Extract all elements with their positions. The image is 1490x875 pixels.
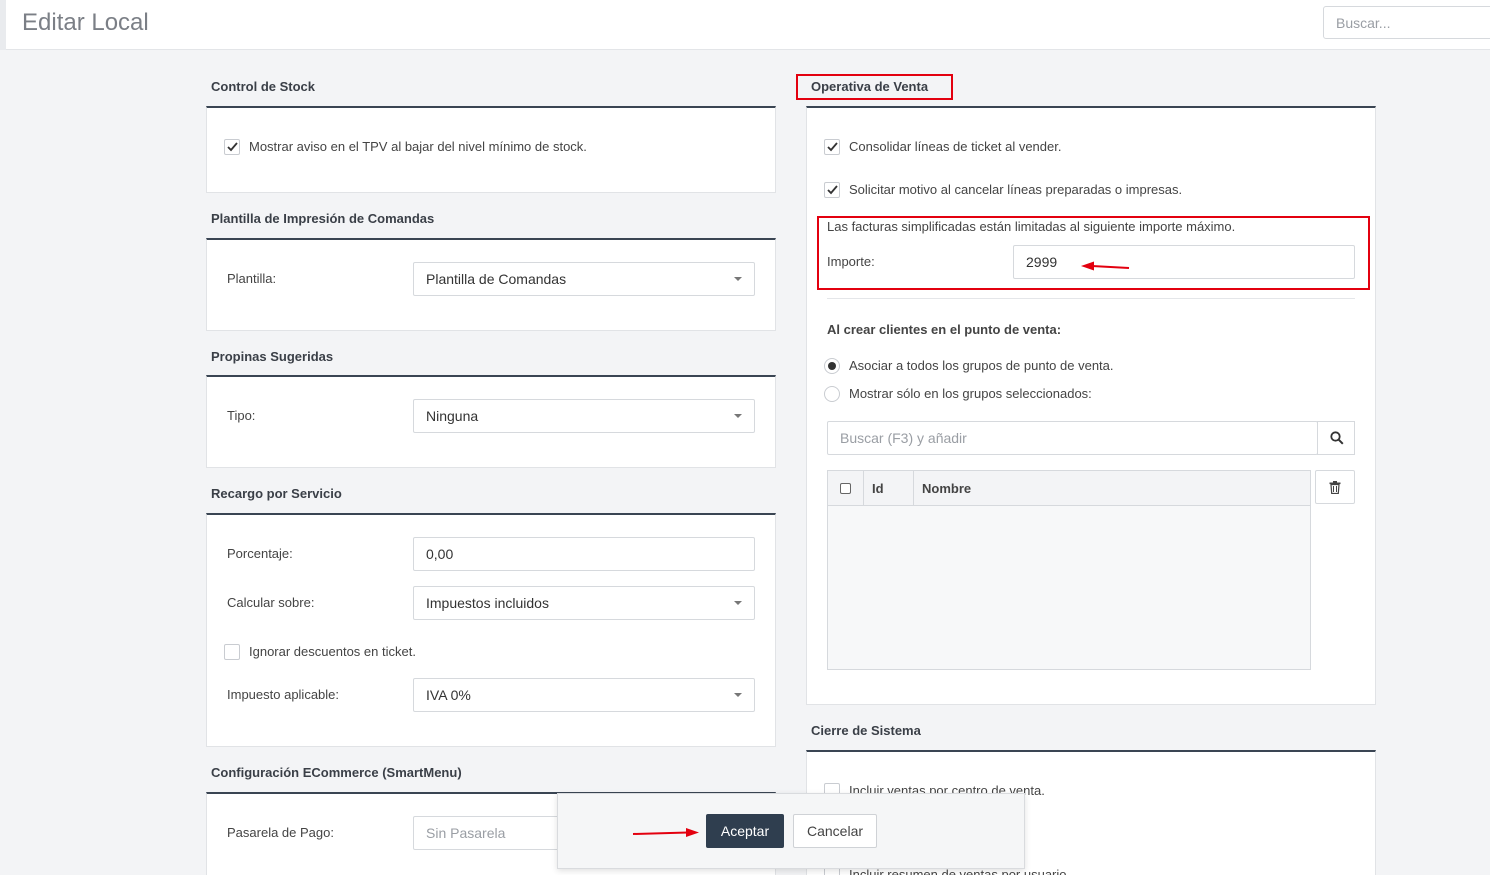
section-title-propinas: Propinas Sugeridas [211,349,334,364]
impuesto-aplicable-value: IVA 0% [426,687,471,703]
solicitar-motivo-label: Solicitar motivo al cancelar líneas prep… [849,182,1183,197]
grid-col-nombre[interactable]: Nombre [922,481,971,496]
annotation-arrow-icon [632,828,699,837]
dialog-footer: Aceptar Cancelar [557,793,1025,869]
search-icon [1330,431,1344,445]
panel-control-stock: Mostrar aviso en el TPV al bajar del niv… [206,106,776,193]
trash-icon [1329,481,1341,494]
calcular-sobre-label: Calcular sobre: [227,595,315,610]
top-bar: Editar Local [0,0,1490,50]
stock-warning-label: Mostrar aviso en el TPV al bajar del niv… [249,139,587,154]
section-title-control-stock: Control de Stock [211,79,316,94]
radio-asociar-todos-label: Asociar a todos los grupos de punto de v… [849,358,1114,373]
cancel-button[interactable]: Cancelar [793,814,877,848]
section-title-plantilla: Plantilla de Impresión de Comandas [211,211,435,226]
section-title-cierre: Cierre de Sistema [811,723,921,738]
chevron-down-icon [734,277,742,281]
grupos-grid-header: Id Nombre [828,471,1310,506]
panel-plantilla: Plantilla: Plantilla de Comandas [206,238,776,331]
chevron-down-icon [734,693,742,697]
grupos-search-input[interactable]: Buscar (F3) y añadir [827,421,1318,455]
accept-button[interactable]: Aceptar [706,814,784,848]
grid-col-id[interactable]: Id [872,481,884,496]
plantilla-select[interactable]: Plantilla de Comandas [413,262,755,296]
grupos-search-button[interactable] [1317,421,1355,455]
ignorar-descuentos-checkbox[interactable] [224,644,240,660]
stock-warning-checkbox[interactable] [224,139,240,155]
divider [827,298,1355,299]
plantilla-label: Plantilla: [227,271,277,286]
delete-button[interactable] [1315,470,1355,504]
clientes-title: Al crear clientes en el punto de venta: [827,322,1062,337]
section-title-ecommerce: Configuración ECommerce (SmartMenu) [211,765,462,780]
radio-mostrar-seleccionados[interactable] [824,386,840,402]
radio-asociar-todos[interactable] [824,358,840,374]
porcentaje-input[interactable]: 0,00 [413,537,755,571]
grid-select-all-checkbox[interactable] [840,483,851,494]
panel-operativa: Consolidar líneas de ticket al vender. S… [806,106,1376,705]
section-title-recargo: Recargo por Servicio [211,486,342,501]
top-bar-accent [0,0,6,50]
grupos-grid: Id Nombre [827,470,1311,670]
grid-col-separator [863,471,864,506]
page-title: Editar Local [22,9,149,36]
annotation-highlight-importe [817,216,1370,290]
porcentaje-label: Porcentaje: [227,546,293,561]
calcular-sobre-select[interactable]: Impuestos incluidos [413,586,755,620]
check-icon [827,185,838,195]
chevron-down-icon [734,414,742,418]
check-icon [227,142,238,152]
propinas-tipo-label: Tipo: [227,408,256,423]
global-search-input[interactable] [1323,6,1490,39]
grid-col-separator [913,471,914,506]
radio-mostrar-seleccionados-label: Mostrar sólo en los grupos seleccionados… [849,386,1092,401]
annotation-highlight-title [796,74,953,100]
calcular-sobre-value: Impuestos incluidos [426,595,549,611]
ignorar-descuentos-label: Ignorar descuentos en ticket. [249,644,416,659]
propinas-tipo-select[interactable]: Ninguna [413,399,755,433]
panel-recargo: Porcentaje: 0,00 Calcular sobre: Impuest… [206,513,776,747]
solicitar-motivo-checkbox[interactable] [824,182,840,198]
plantilla-select-value: Plantilla de Comandas [426,271,567,287]
propinas-tipo-value: Ninguna [426,408,479,424]
impuesto-aplicable-label: Impuesto aplicable: [227,687,340,702]
pasarela-label: Pasarela de Pago: [227,825,334,840]
consolidar-checkbox[interactable] [824,139,840,155]
panel-propinas: Tipo: Ninguna [206,375,776,468]
check-icon [827,142,838,152]
annotation-arrow-icon [1081,261,1130,271]
chevron-down-icon [734,601,742,605]
consolidar-label: Consolidar líneas de ticket al vender. [849,139,1062,154]
impuesto-aplicable-select[interactable]: IVA 0% [413,678,755,712]
